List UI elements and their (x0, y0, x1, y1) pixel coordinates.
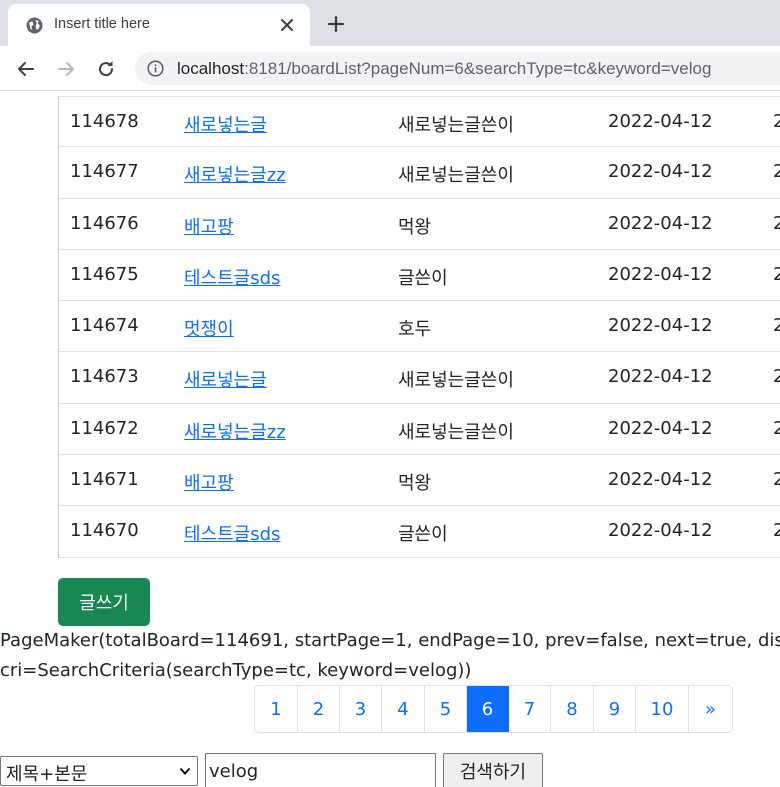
close-icon[interactable] (278, 16, 296, 34)
post-date: 2022-04-12 (608, 111, 713, 132)
browser-tab[interactable]: Insert title here (8, 4, 310, 46)
post-extra: 2 (773, 263, 780, 285)
url-host: localhost (177, 59, 245, 78)
back-arrow-icon[interactable] (15, 58, 37, 80)
page-link-1[interactable]: 1 (255, 686, 298, 732)
browser-toolbar: localhost:8181/boardList?pageNum=6&searc… (0, 46, 780, 91)
table-row: 114671 배고팡 먹왕 2022-04-12 2 (59, 455, 780, 507)
post-title-link[interactable]: 배고팡 (184, 469, 234, 495)
page-link-6-active[interactable]: 6 (467, 686, 509, 732)
post-writer: 새로넣는글쓴이 (398, 115, 514, 136)
page-link-10[interactable]: 10 (636, 686, 689, 732)
table-row: 114677 새로넣는글zz 새로넣는글쓴이 2022-04-12 2 (59, 147, 780, 199)
page-link-7[interactable]: 7 (509, 686, 551, 732)
page-link-2[interactable]: 2 (298, 686, 340, 732)
forward-arrow-icon[interactable] (55, 58, 77, 80)
post-writer: 먹왕 (398, 216, 432, 238)
globe-icon (26, 17, 43, 34)
post-extra: 2 (773, 212, 780, 234)
post-extra: 2 (773, 111, 780, 132)
table-row: 114670 테스트글sds 글쓴이 2022-04-12 2 (59, 506, 780, 558)
table-row: 114678 새로넣는글 새로넣는글쓴이 2022-04-12 2 (59, 96, 780, 148)
page-link-9[interactable]: 9 (594, 686, 636, 732)
post-extra: 2 (773, 366, 780, 388)
next-page-link[interactable]: » (689, 686, 732, 732)
post-number: 114674 (70, 315, 139, 337)
post-date: 2022-04-12 (608, 212, 713, 234)
post-date: 2022-04-12 (608, 263, 713, 285)
post-extra: 2 (773, 417, 780, 439)
table-row: 114672 새로넣는글zz 새로넣는글쓴이 2022-04-12 2 (59, 404, 780, 456)
post-writer: 글쓴이 (398, 524, 448, 546)
post-writer: 새로넣는글쓴이 (398, 165, 514, 187)
post-number: 114675 (70, 263, 139, 285)
post-title-link[interactable]: 새로넣는글 (184, 111, 267, 137)
table-row: 114674 멋쟁이 호두 2022-04-12 2 (59, 301, 780, 353)
post-number: 114670 (70, 520, 139, 542)
info-icon[interactable] (147, 60, 164, 77)
post-extra: 2 (773, 161, 780, 183)
reload-icon[interactable] (95, 58, 117, 80)
post-number: 114671 (70, 469, 139, 491)
search-type-select[interactable]: 제목+본문 (0, 756, 198, 786)
chevron-down-icon (179, 767, 191, 775)
post-title-link[interactable]: 새로넣는글zz (184, 418, 286, 444)
post-extra: 2 (773, 315, 780, 337)
table-row: 114675 테스트글sds 글쓴이 2022-04-12 2 (59, 250, 780, 302)
board-table: 114678 새로넣는글 새로넣는글쓴이 2022-04-12 2 114677… (58, 96, 780, 558)
post-writer: 먹왕 (398, 473, 432, 495)
post-writer: 새로넣는글쓴이 (398, 421, 514, 443)
post-number: 114673 (70, 366, 139, 388)
search-button[interactable]: 검색하기 (443, 753, 543, 787)
post-title-link[interactable]: 멋쟁이 (184, 315, 234, 341)
browser-tab-bar: Insert title here (0, 0, 780, 46)
url-text: localhost:8181/boardList?pageNum=6&searc… (177, 59, 711, 79)
address-bar[interactable]: localhost:8181/boardList?pageNum=6&searc… (135, 52, 780, 85)
post-date: 2022-04-12 (608, 469, 713, 491)
post-extra: 2 (773, 469, 780, 491)
page-link-5[interactable]: 5 (425, 686, 467, 732)
post-date: 2022-04-12 (608, 161, 713, 183)
write-post-button[interactable]: 글쓰기 (58, 578, 150, 626)
page-maker-debug-line: PageMaker(totalBoard=114691, startPage=1… (0, 630, 780, 651)
table-row: 114676 배고팡 먹왕 2022-04-12 2 (59, 199, 780, 250)
page-content: 114678 새로넣는글 새로넣는글쓴이 2022-04-12 2 114677… (0, 92, 780, 787)
table-row: 114673 새로넣는글 새로넣는글쓴이 2022-04-12 2 (59, 352, 780, 404)
post-writer: 새로넣는글쓴이 (398, 370, 514, 392)
pagination: 1 2 3 4 5 6 7 8 9 10 » (254, 685, 733, 733)
post-number: 114678 (70, 111, 139, 132)
post-date: 2022-04-12 (608, 520, 713, 542)
post-writer: 호두 (398, 319, 432, 341)
post-date: 2022-04-12 (608, 417, 713, 439)
post-number: 114672 (70, 417, 139, 439)
search-criteria-debug-line: cri=SearchCriteria(searchType=tc, keywor… (0, 660, 472, 681)
post-extra: 2 (773, 520, 780, 542)
url-path: :8181/boardList?pageNum=6&searchType=tc&… (244, 59, 712, 78)
post-title-link[interactable]: 테스트글sds (184, 264, 280, 290)
post-title-link[interactable]: 배고팡 (184, 213, 234, 239)
search-keyword-value: velog (209, 761, 259, 782)
post-date: 2022-04-12 (608, 315, 713, 337)
tab-title: Insert title here (54, 16, 150, 32)
new-tab-icon[interactable] (326, 14, 346, 34)
page-link-3[interactable]: 3 (340, 686, 382, 732)
page-link-8[interactable]: 8 (551, 686, 594, 732)
post-writer: 글쓴이 (398, 267, 448, 289)
post-number: 114677 (70, 161, 139, 183)
post-title-link[interactable]: 테스트글sds (184, 520, 280, 546)
search-keyword-input[interactable]: velog (205, 753, 436, 787)
search-type-value: 제목+본문 (6, 764, 88, 785)
post-title-link[interactable]: 새로넣는글zz (184, 161, 286, 187)
post-date: 2022-04-12 (608, 366, 713, 388)
post-title-link[interactable]: 새로넣는글 (184, 366, 267, 392)
page-link-4[interactable]: 4 (382, 686, 425, 732)
post-number: 114676 (70, 212, 139, 234)
